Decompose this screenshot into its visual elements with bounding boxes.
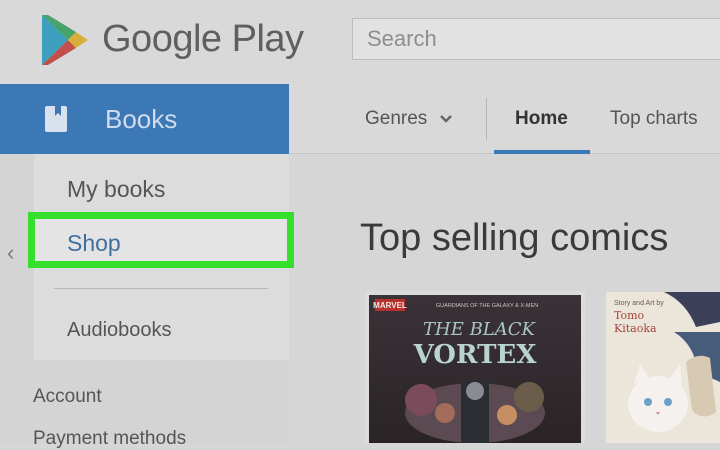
books-label: Books — [105, 104, 178, 134]
chevron-down-icon — [439, 115, 452, 123]
comic-title-line2: VORTEX — [413, 340, 538, 370]
section-title: Top selling comics — [360, 217, 669, 259]
comic-cover-cat: Story and Art by Tomo Kitaoka — [606, 292, 720, 443]
tab-top-charts[interactable]: Top charts — [610, 108, 698, 130]
tab-home-label: Home — [515, 108, 568, 129]
chevron-left-icon[interactable]: ‹ — [7, 240, 14, 266]
comic-author-last: Kitaoka — [614, 322, 657, 335]
top-navigation: Genres Home Top charts — [289, 84, 720, 154]
sidebar-item-account[interactable]: Account — [33, 386, 102, 408]
sidebar-item-shop[interactable]: Shop — [28, 212, 294, 268]
brand-name[interactable]: Google Play — [102, 18, 304, 61]
nav-divider — [486, 98, 487, 140]
sidebar-item-payment-methods[interactable]: Payment methods — [33, 428, 186, 450]
genres-label: Genres — [365, 108, 428, 129]
sidebar: ‹ My books Shop Audiobooks Account Payme… — [0, 154, 294, 449]
book-icon — [45, 106, 67, 132]
comic-series: GUARDIANS OF THE GALAXY & X-MEN — [436, 303, 538, 309]
google-play-logo-icon[interactable] — [40, 13, 90, 67]
search-input[interactable] — [352, 18, 720, 60]
sidebar-item-audiobooks[interactable]: Audiobooks — [67, 319, 172, 342]
comic-cover-black-vortex: MARVEL GUARDIANS OF THE GALAXY & X-MEN T… — [369, 295, 581, 443]
sidebar-item-shop-label: Shop — [67, 230, 121, 256]
comic-credit: Story and Art by — [614, 300, 664, 307]
comic-publisher: MARVEL — [373, 301, 407, 310]
header: Google Play — [0, 0, 720, 84]
genres-dropdown[interactable]: Genres — [365, 108, 453, 130]
comic-title-line1: THE BLACK — [423, 319, 537, 340]
comic-card-tomo-kitaoka[interactable]: Story and Art by Tomo Kitaoka — [606, 292, 720, 443]
comic-author-first: Tomo — [614, 309, 645, 322]
sidebar-item-my-books[interactable]: My books — [67, 176, 165, 203]
books-category-tab[interactable]: Books — [0, 84, 289, 154]
sidebar-divider — [54, 288, 268, 289]
tab-home[interactable]: Home — [494, 84, 590, 154]
comic-card-black-vortex[interactable]: MARVEL GUARDIANS OF THE GALAXY & X-MEN T… — [365, 291, 585, 443]
